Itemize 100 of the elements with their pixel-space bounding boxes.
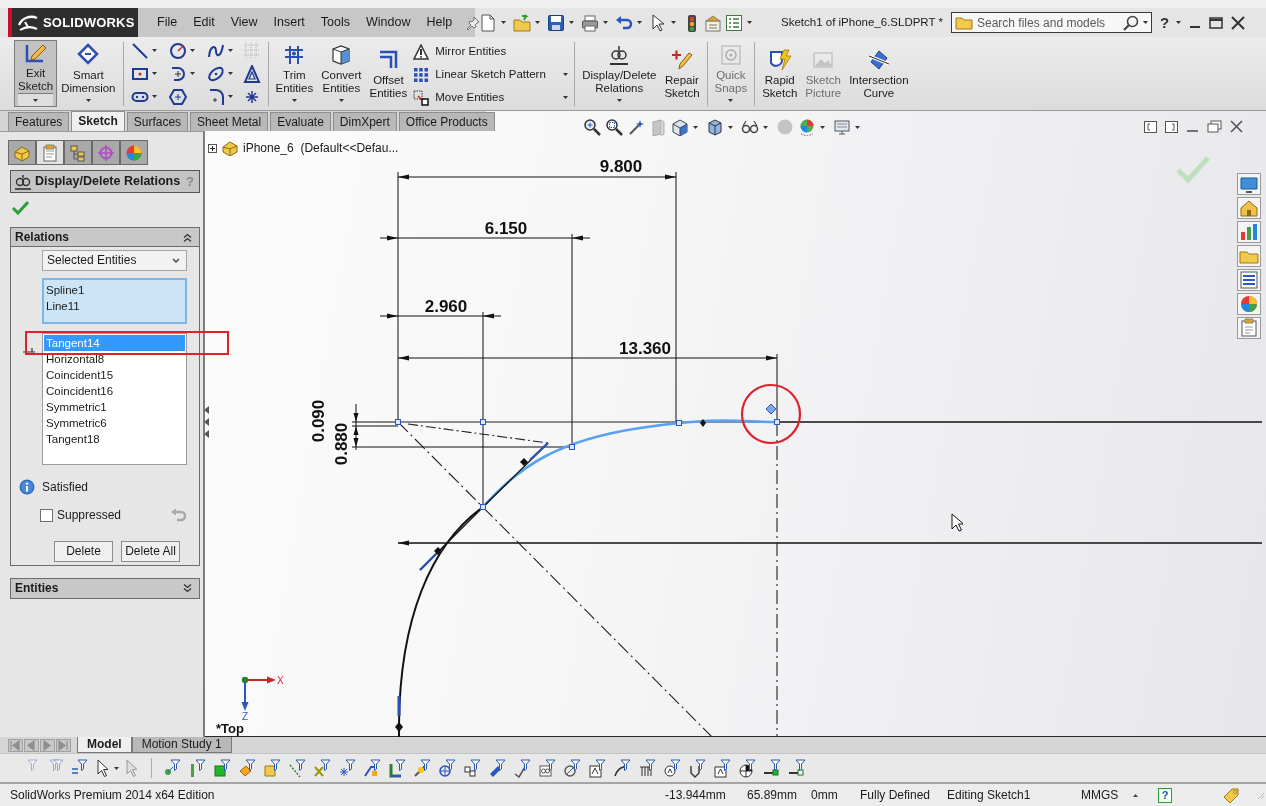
filter-icon[interactable] <box>363 758 383 778</box>
caret-icon[interactable] <box>1143 21 1148 24</box>
search-field[interactable]: Search files and models <box>951 12 1152 33</box>
filter-icon[interactable] <box>788 758 808 778</box>
caret-icon[interactable] <box>855 125 860 129</box>
caret-icon[interactable] <box>763 125 768 129</box>
ribbon-button[interactable]: Offset Entities <box>365 40 412 107</box>
zoom-area-icon[interactable] <box>605 118 623 136</box>
list-item[interactable]: Symmetric1 <box>44 399 185 415</box>
glasses-icon[interactable] <box>741 118 759 136</box>
tab[interactable]: Surfaces <box>126 112 189 131</box>
menu-item[interactable]: Window <box>358 15 419 30</box>
tab[interactable]: DimXpert <box>332 112 397 131</box>
menu-item[interactable]: Edit <box>185 15 223 30</box>
filter-icon[interactable] <box>538 758 558 778</box>
sketch-tool-button[interactable] <box>242 64 261 83</box>
help-button[interactable]: ? <box>1160 13 1170 32</box>
caret-icon[interactable] <box>820 125 825 129</box>
panel-tab[interactable] <box>120 140 148 165</box>
help-button[interactable]: ? <box>1158 787 1172 803</box>
filter-icon[interactable] <box>613 758 633 778</box>
ribbon-button[interactable]: Repair Sketch <box>660 40 704 107</box>
list-item[interactable]: Spline1 <box>44 282 185 298</box>
filter-icon[interactable] <box>288 758 308 778</box>
filter-icon[interactable] <box>663 758 683 778</box>
bar-chart-icon[interactable] <box>1237 221 1261 243</box>
caret-up-icon[interactable] <box>1133 793 1138 797</box>
caret-icon[interactable] <box>637 21 642 24</box>
filter-icon[interactable] <box>413 758 433 778</box>
color-wheel-icon[interactable] <box>1237 293 1261 315</box>
tab[interactable]: Sheet Metal <box>190 112 269 131</box>
filter-icon[interactable] <box>488 758 508 778</box>
filter-icon[interactable] <box>638 758 658 778</box>
ribbon-button[interactable]: Display/Delete Relations <box>578 40 661 107</box>
checkbox-label[interactable]: Suppressed <box>57 507 122 523</box>
caret-icon[interactable] <box>535 21 540 24</box>
filter-icon[interactable] <box>463 758 483 778</box>
printer-icon[interactable] <box>581 13 599 32</box>
tree-item-label[interactable]: iPhone_6 (Default<<Defau... <box>243 140 399 156</box>
filter-icon[interactable] <box>513 758 533 778</box>
checkbox[interactable] <box>40 508 53 522</box>
filter-icon[interactable] <box>163 758 183 778</box>
panel-tab[interactable] <box>64 140 92 165</box>
pointer-icon[interactable] <box>649 13 667 32</box>
new-document-icon[interactable] <box>479 13 497 32</box>
panel-tab[interactable] <box>36 140 64 165</box>
list-item[interactable]: Coincident15 <box>44 367 185 383</box>
list-icon[interactable] <box>1237 269 1261 291</box>
expand-box-icon[interactable] <box>208 143 217 153</box>
search-input[interactable]: Search files and models <box>977 14 1119 31</box>
color-ball-icon[interactable] <box>798 118 816 136</box>
filter-icon[interactable] <box>263 758 283 778</box>
filter-icon[interactable] <box>713 758 733 778</box>
filter-icon[interactable] <box>563 758 583 778</box>
restore-icon[interactable] <box>1209 16 1224 29</box>
tag-icon[interactable] <box>1222 786 1240 804</box>
search-icon[interactable] <box>1123 14 1139 31</box>
filter-dropdown[interactable]: Selected Entities <box>42 250 187 271</box>
menu-item[interactable]: File <box>149 15 186 30</box>
list-item[interactable]: Tangent18 <box>44 431 185 447</box>
tab[interactable]: Model <box>77 737 132 753</box>
undo-icon[interactable] <box>615 13 633 32</box>
tab[interactable]: Motion Study 1 <box>131 737 232 753</box>
monitor-icon[interactable] <box>1237 173 1261 195</box>
filter-icon[interactable] <box>738 758 758 778</box>
filter-icon[interactable] <box>338 758 358 778</box>
save-icon[interactable] <box>547 13 565 32</box>
filter-icon[interactable] <box>188 758 208 778</box>
status-field[interactable]: MMGS <box>1081 787 1119 802</box>
caret-icon[interactable] <box>671 21 676 24</box>
caret-icon[interactable] <box>747 21 752 24</box>
clipboard-icon[interactable] <box>1237 317 1261 339</box>
ribbon-button[interactable]: Smart Dimension <box>57 40 120 107</box>
delete-button[interactable]: Delete <box>54 541 113 562</box>
menu-item[interactable]: View <box>222 15 266 30</box>
group-header[interactable]: Entities <box>11 579 199 598</box>
ribbon-button[interactable]: Mirror Entities <box>411 40 572 63</box>
caret-icon[interactable] <box>728 125 733 129</box>
ribbon-button[interactable]: Trim Entities <box>271 40 318 107</box>
pointer-icon[interactable] <box>95 759 109 777</box>
list-icon[interactable] <box>725 13 743 32</box>
list-item[interactable]: Horizontal8 <box>44 351 185 367</box>
relation-list-box[interactable]: Tangent14 Horizontal8 Coincident15 Coincident16 Symmetric1 Symmetric6 Tangent18 <box>42 333 187 465</box>
filter-icon[interactable] <box>388 758 408 778</box>
monitor-icon[interactable] <box>833 118 851 136</box>
tab[interactable]: Evaluate <box>270 112 331 131</box>
confirm-check-icon[interactable] <box>1175 155 1211 183</box>
list-item[interactable]: Line11 <box>44 298 185 314</box>
sketch-tool-button[interactable] <box>168 87 187 106</box>
caret-icon[interactable] <box>1176 21 1182 24</box>
filter-icon[interactable] <box>213 758 233 778</box>
pin-icon[interactable] <box>466 15 481 30</box>
caret-icon[interactable] <box>693 125 698 129</box>
view-cube-icon[interactable] <box>671 118 689 136</box>
group-header[interactable]: Relations <box>11 228 199 247</box>
menu-item[interactable]: Tools <box>312 15 359 30</box>
filter-icon[interactable] <box>763 758 783 778</box>
filter-icon[interactable] <box>238 758 258 778</box>
zoom-icon[interactable] <box>583 118 601 136</box>
bracket-box-icon[interactable] <box>1165 120 1178 133</box>
